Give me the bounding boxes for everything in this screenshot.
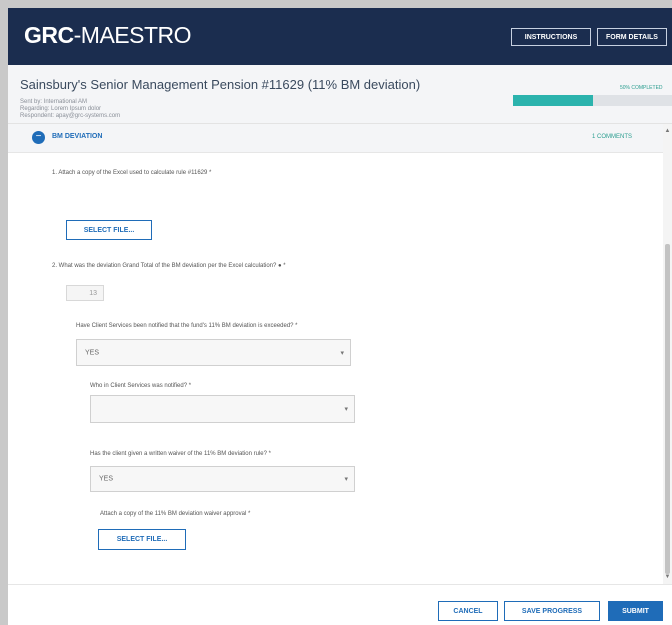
section-header-bm-deviation[interactable]: − BM DEVIATION 1 COMMENTS bbox=[8, 124, 672, 153]
form-title: Sainsbury's Senior Management Pension #1… bbox=[20, 77, 421, 92]
section-comments-link[interactable]: 1 COMMENTS bbox=[592, 134, 632, 140]
grc-maestro-logo: GRC-MAESTRO bbox=[24, 22, 192, 49]
collapse-section-icon[interactable]: − bbox=[32, 131, 45, 144]
progress-bar bbox=[513, 95, 672, 106]
progress-label: 50% COMPLETED bbox=[620, 85, 663, 91]
app-window: GRC-MAESTRO INSTRUCTIONS FORM DETAILS Sa… bbox=[8, 8, 672, 625]
cancel-button[interactable]: CANCEL bbox=[438, 601, 498, 621]
select-value: YES bbox=[85, 349, 100, 356]
deviation-total-input[interactable]: 13 bbox=[66, 285, 104, 301]
scroll-up-icon[interactable]: ▲ bbox=[663, 128, 672, 134]
written-waiver-select[interactable]: YES ▾ bbox=[90, 466, 355, 492]
logo-rest: -MAESTRO bbox=[73, 22, 192, 48]
question-3-label: Have Client Services been notified that … bbox=[76, 323, 298, 329]
q1-select-file-button[interactable]: SELECT FILE... bbox=[66, 220, 152, 240]
sent-by-text: Sent by: International AM bbox=[20, 99, 88, 105]
scroll-down-icon[interactable]: ▼ bbox=[663, 574, 672, 580]
regarding-text: Regarding: Lorem Ipsum dolor bbox=[20, 106, 102, 112]
save-progress-button[interactable]: SAVE PROGRESS bbox=[504, 601, 600, 621]
chevron-down-icon: ▾ bbox=[344, 406, 348, 413]
question-5-label: Has the client given a written waiver of… bbox=[90, 451, 271, 457]
respondent-text: Respondent: apay@grc-systems.com bbox=[20, 113, 121, 119]
progress-bar-fill bbox=[513, 95, 593, 106]
chevron-down-icon: ▾ bbox=[340, 349, 344, 357]
question-1-label: 1. Attach a copy of the Excel used to ca… bbox=[52, 170, 212, 176]
top-navigation-bar: GRC-MAESTRO INSTRUCTIONS FORM DETAILS bbox=[8, 8, 672, 65]
select-value: YES bbox=[99, 475, 114, 483]
who-notified-select[interactable]: ▾ bbox=[90, 395, 355, 423]
logo-bold: GRC bbox=[24, 22, 74, 48]
submit-button[interactable]: SUBMIT bbox=[608, 601, 663, 621]
form-details-button[interactable]: FORM DETAILS bbox=[597, 28, 667, 46]
client-services-notified-select[interactable]: YES ▾ bbox=[76, 339, 351, 366]
question-2-label: 2. What was the deviation Grand Total of… bbox=[52, 263, 286, 269]
chevron-down-icon: ▾ bbox=[344, 476, 348, 483]
q6-select-file-button[interactable]: SELECT FILE... bbox=[98, 529, 186, 550]
scrollbar-thumb[interactable] bbox=[665, 244, 670, 574]
section-title: BM DEVIATION bbox=[52, 133, 103, 140]
scrollbar[interactable]: ▲ ▼ bbox=[663, 124, 672, 584]
instructions-button[interactable]: INSTRUCTIONS bbox=[511, 28, 591, 46]
form-header: Sainsbury's Senior Management Pension #1… bbox=[8, 65, 672, 124]
form-footer: CANCEL SAVE PROGRESS SUBMIT bbox=[8, 584, 672, 625]
question-6-label: Attach a copy of the 11% BM deviation wa… bbox=[100, 511, 251, 517]
question-4-label: Who in Client Services was notified? * bbox=[90, 383, 192, 389]
